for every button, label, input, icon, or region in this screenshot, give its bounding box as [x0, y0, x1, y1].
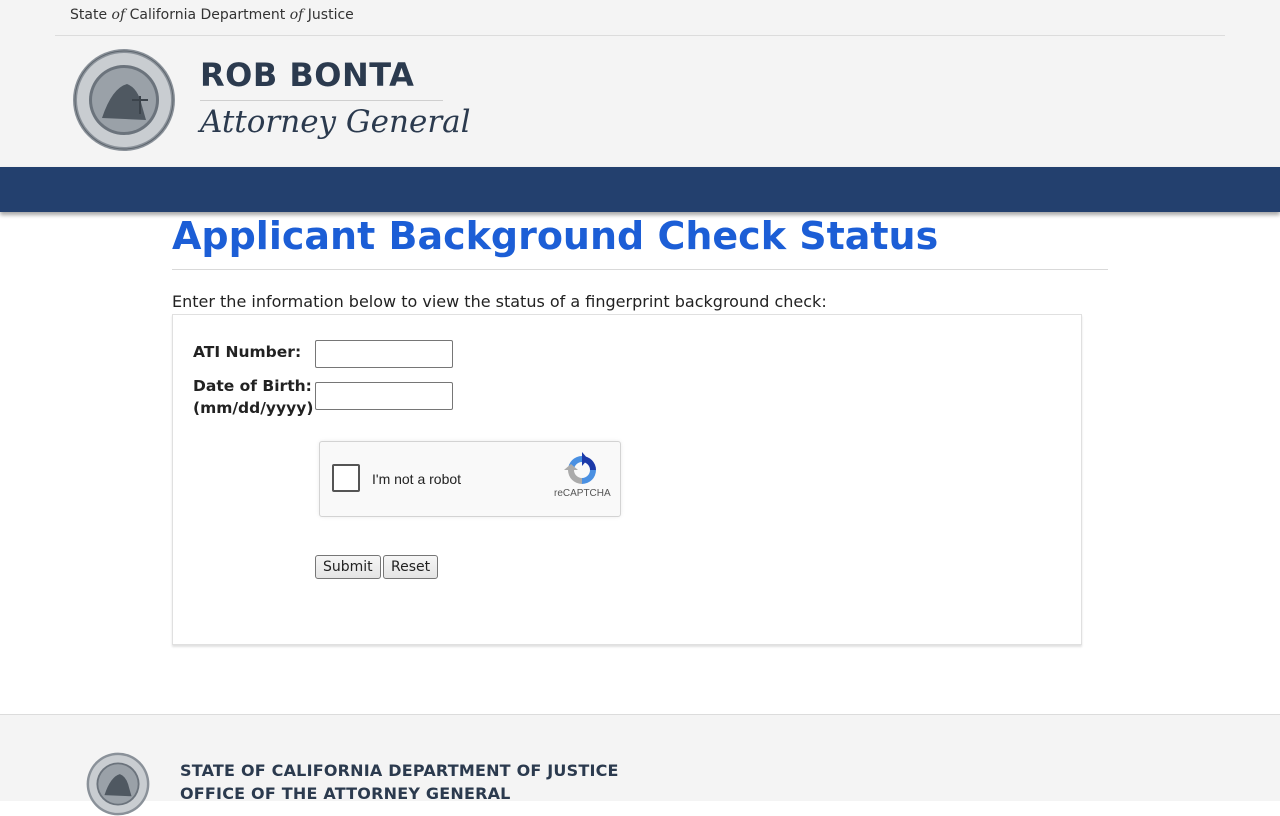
official-title: Attorney General	[200, 104, 471, 140]
recaptcha-widget: I'm not a robot reCAPTCHA	[319, 441, 621, 517]
recaptcha-brand[interactable]: reCAPTCHA	[554, 488, 611, 499]
status-form-panel	[172, 314, 1082, 645]
intro-text: Enter the information below to view the …	[172, 292, 827, 311]
topline-text: State	[70, 7, 108, 23]
submit-button[interactable]: Submit	[315, 555, 381, 579]
nav-bar	[0, 167, 1280, 212]
official-name: ROB BONTA	[200, 56, 415, 94]
topline-of: of	[289, 7, 304, 23]
site-footer: STATE OF CALIFORNIA DEPARTMENT OF JUSTIC…	[0, 714, 1280, 816]
footer-agency-name: STATE OF CALIFORNIA DEPARTMENT OF JUSTIC…	[180, 761, 619, 780]
california-doj-seal-icon[interactable]	[72, 48, 176, 152]
topline-of: of	[111, 7, 126, 23]
footer-seal-icon	[86, 752, 150, 816]
topline-text: California Department	[129, 7, 286, 23]
topline-text: Justice	[307, 7, 354, 23]
recaptcha-logo-icon	[564, 452, 596, 484]
page-title: Applicant Background Check Status	[172, 214, 939, 258]
dob-label: Date of Birth: (mm/dd/yyyy)	[193, 375, 313, 419]
ati-number-label: ATI Number:	[193, 343, 302, 361]
title-divider	[172, 269, 1108, 270]
recaptcha-label: I'm not a robot	[372, 471, 462, 487]
dob-input[interactable]	[315, 382, 453, 410]
agency-topline[interactable]: State of California Department of Justic…	[70, 7, 354, 23]
reset-button[interactable]: Reset	[383, 555, 439, 579]
name-divider	[200, 100, 443, 101]
recaptcha-checkbox[interactable]	[332, 464, 360, 492]
dob-format-hint: (mm/dd/yyyy)	[193, 399, 314, 417]
ati-number-input[interactable]	[315, 340, 453, 368]
dob-label-text: Date of Birth:	[193, 377, 312, 395]
header-divider	[55, 35, 1225, 36]
footer-office-name: OFFICE OF THE ATTORNEY GENERAL	[180, 784, 511, 803]
site-header: State of California Department of Justic…	[0, 0, 1280, 167]
